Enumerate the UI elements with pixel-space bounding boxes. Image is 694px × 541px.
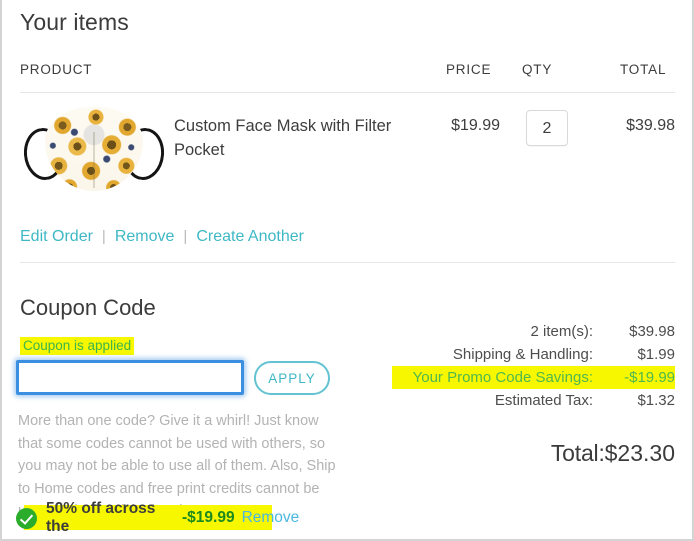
product-actions: Edit Order | Remove | Create Another <box>20 228 304 246</box>
summary-row-tax: Estimated Tax: $1.32 <box>392 389 675 412</box>
order-total-label: Total: <box>550 440 605 466</box>
remove-item-link[interactable]: Remove <box>115 228 175 245</box>
remove-coupon-link[interactable]: Remove <box>242 509 300 527</box>
divider-header <box>20 92 675 93</box>
applied-coupon-description: 50% off across the <box>46 500 156 535</box>
order-total-value: $23.30 <box>604 440 675 466</box>
product-image[interactable] <box>20 104 168 196</box>
product-price: $19.99 <box>451 117 500 134</box>
quantity-input[interactable]: 2 <box>526 110 568 146</box>
coupon-code-heading: Coupon Code <box>20 295 156 320</box>
coupon-applied-message: Coupon is applied <box>20 337 135 355</box>
summary-value-items: $39.98 <box>629 323 675 340</box>
divider-coupon <box>20 262 675 263</box>
summary-value-shipping: $1.99 <box>637 346 675 363</box>
applied-coupon-row: 50% off across the -$19.99 Remove <box>16 500 300 535</box>
summary-label-promo-savings: Your Promo Code Savings: <box>412 369 593 386</box>
mask-seam-icon <box>93 132 95 188</box>
apply-coupon-button[interactable]: APPLY <box>254 361 330 395</box>
summary-label-tax: Estimated Tax: <box>494 392 593 409</box>
summary-row-promo-savings: Your Promo Code Savings: -$19.99 <box>392 366 675 389</box>
applied-coupon-amount: -$19.99 <box>182 509 235 526</box>
create-another-link[interactable]: Create Another <box>196 228 304 245</box>
edit-order-link[interactable]: Edit Order <box>20 228 93 245</box>
summary-label-items: 2 item(s): <box>530 323 593 340</box>
order-total: Total:$23.30 <box>392 440 675 467</box>
order-summary: 2 item(s): $39.98 Shipping & Handling: $… <box>392 320 675 412</box>
table-row: Custom Face Mask with Filter Pocket $19.… <box>20 100 675 200</box>
summary-label-shipping: Shipping & Handling: <box>452 346 593 363</box>
shopping-cart-panel: Your items PRODUCT PRICE QTY TOTAL Custo… <box>0 0 694 541</box>
product-line-total: $39.98 <box>626 117 675 134</box>
summary-value-tax: $1.32 <box>637 392 675 409</box>
summary-value-promo-savings: -$19.99 <box>624 369 675 386</box>
action-separator-1: | <box>101 228 106 245</box>
check-circle-icon <box>16 507 37 529</box>
column-header-qty: QTY <box>522 62 553 77</box>
coupon-code-input[interactable] <box>16 360 244 395</box>
summary-row-shipping: Shipping & Handling: $1.99 <box>392 343 675 366</box>
table-column-headers: PRODUCT PRICE QTY TOTAL <box>20 62 675 82</box>
column-header-total: TOTAL <box>620 62 667 77</box>
product-name[interactable]: Custom Face Mask with Filter Pocket <box>174 114 404 162</box>
column-header-price: PRICE <box>446 62 492 77</box>
action-separator-2: | <box>183 228 188 245</box>
summary-row-items: 2 item(s): $39.98 <box>392 320 675 343</box>
column-header-product: PRODUCT <box>20 62 93 77</box>
page-title: Your items <box>20 9 129 35</box>
